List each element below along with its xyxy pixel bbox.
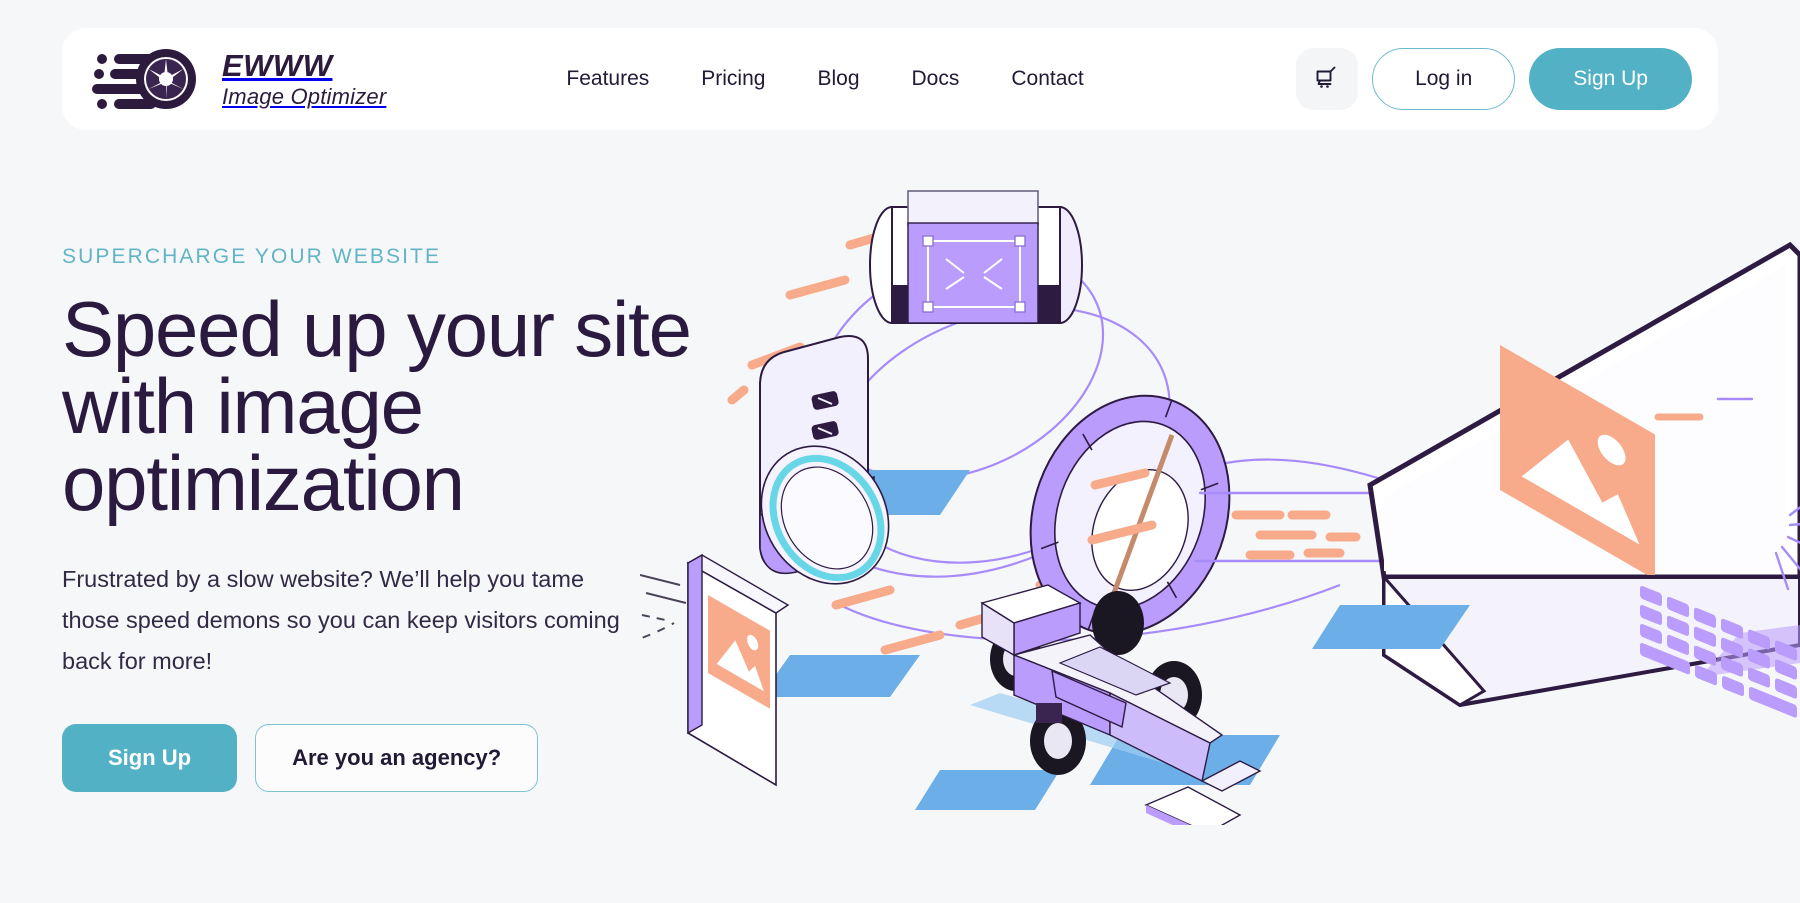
hero-text-block: SUPERCHARGE YOUR WEBSITE Speed up your s… (62, 245, 702, 792)
logo-tagline-text: Image Optimizer (222, 84, 387, 109)
page-title: Speed up your site with image optimizati… (62, 285, 692, 528)
landing-page: EWWW Image Optimizer Features Pricing Bl… (0, 0, 1800, 903)
speed-aperture-logo-icon (88, 48, 208, 110)
signup-button-hero[interactable]: Sign Up (62, 723, 238, 792)
hero-cta-group: Sign Up Are you an agency? (62, 723, 702, 792)
framed-photo-placeholder (686, 553, 790, 787)
login-button[interactable]: Log in (1372, 48, 1516, 110)
nav-item-pricing[interactable]: Pricing (701, 67, 765, 91)
main-nav: Features Pricing Blog Docs Contact (566, 67, 1083, 91)
hero-subtitle: Frustrated by a slow website? We’ll help… (62, 565, 620, 674)
site-logo[interactable]: EWWW Image Optimizer (88, 48, 386, 110)
cart-button[interactable] (1296, 48, 1359, 110)
nav-item-blog[interactable]: Blog (817, 67, 859, 91)
logo-brand-text: EWWW (222, 48, 333, 83)
site-header: EWWW Image Optimizer Features Pricing Bl… (62, 28, 1718, 130)
photo-motion-trail (640, 574, 687, 640)
header-actions: Log in Sign Up (1296, 48, 1692, 110)
signup-button-header[interactable]: Sign Up (1529, 48, 1692, 110)
camera-lens-with-crop-handles (869, 190, 1083, 324)
nav-item-features[interactable]: Features (566, 67, 649, 91)
laptop-with-image-placeholder (1312, 241, 1800, 718)
nav-item-contact[interactable]: Contact (1011, 67, 1083, 91)
image-optimization-isometric-illustration (640, 185, 1800, 825)
nav-item-docs[interactable]: Docs (912, 67, 960, 91)
hero-eyebrow: SUPERCHARGE YOUR WEBSITE (62, 245, 442, 268)
agency-button[interactable]: Are you an agency? (255, 723, 539, 792)
shopping-cart-icon (1313, 64, 1341, 95)
